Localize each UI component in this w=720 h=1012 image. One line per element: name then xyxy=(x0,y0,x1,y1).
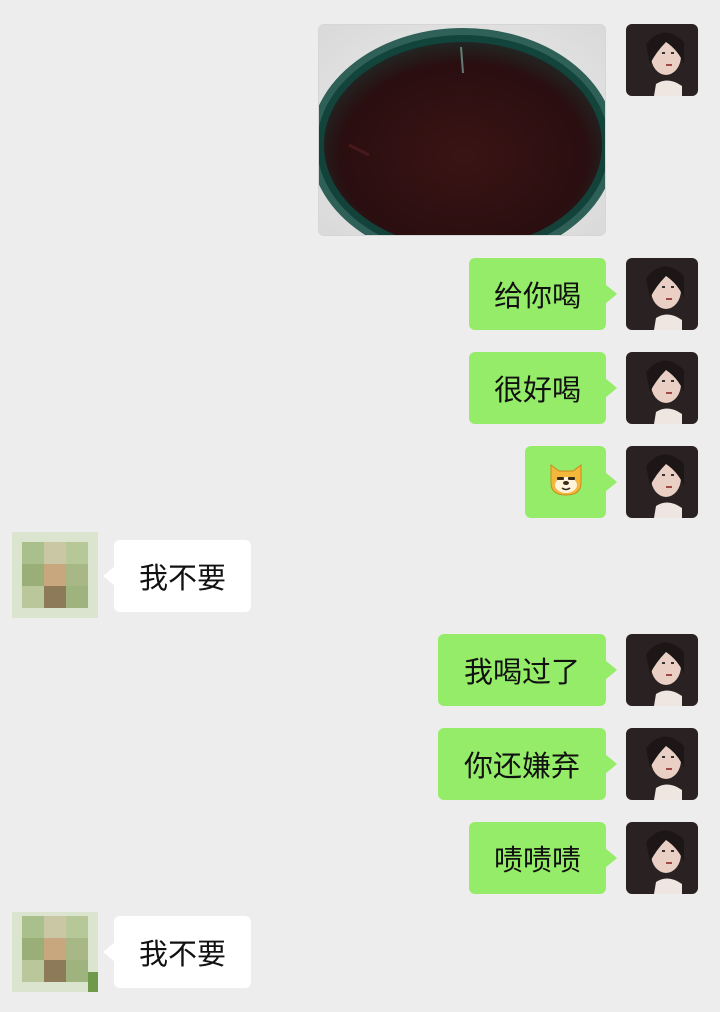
message-bubble[interactable]: 很好喝 xyxy=(469,352,617,424)
avatar-blurred[interactable] xyxy=(12,532,98,618)
message-bubble[interactable]: 啧啧啧 xyxy=(469,822,617,894)
image-message[interactable] xyxy=(318,24,606,236)
avatar-blurred[interactable] xyxy=(12,912,98,992)
chat-window: 给你喝 很好喝 我不要 我喝过了 你还嫌弃 啧啧啧 我不要 xyxy=(0,0,720,1012)
avatar[interactable] xyxy=(626,352,698,424)
message-row-other: 我不要 xyxy=(0,532,720,618)
message-bubble[interactable]: 我不要 xyxy=(103,916,251,988)
avatar[interactable] xyxy=(626,446,698,518)
message-text: 我不要 xyxy=(138,937,226,971)
message-text: 我喝过了 xyxy=(463,655,580,689)
avatar[interactable] xyxy=(626,258,698,330)
message-row-self: 很好喝 xyxy=(0,352,720,424)
message-bubble[interactable]: 给你喝 xyxy=(469,258,617,330)
message-row-self: 我喝过了 xyxy=(0,634,720,706)
message-text: 给你喝 xyxy=(493,279,581,313)
message-row-self: 啧啧啧 xyxy=(0,822,720,894)
message-text: 很好喝 xyxy=(493,373,581,407)
message-bubble[interactable]: 你还嫌弃 xyxy=(438,728,617,800)
dog-emoji-icon xyxy=(547,461,585,504)
message-bubble[interactable]: 我喝过了 xyxy=(438,634,617,706)
message-row-other: 我不要 xyxy=(0,912,720,992)
message-text: 我不要 xyxy=(138,561,226,595)
message-row-self xyxy=(0,0,720,250)
message-row-self: 给你喝 xyxy=(0,258,720,330)
message-row-self: 你还嫌弃 xyxy=(0,728,720,800)
message-text: 啧啧啧 xyxy=(493,843,581,877)
message-bubble[interactable]: 我不要 xyxy=(103,540,251,612)
avatar[interactable] xyxy=(626,634,698,706)
image-of-dark-drink-icon xyxy=(319,25,605,235)
avatar[interactable] xyxy=(626,728,698,800)
message-text: 你还嫌弃 xyxy=(463,749,580,783)
message-bubble[interactable] xyxy=(525,446,617,518)
message-row-self xyxy=(0,446,720,518)
avatar[interactable] xyxy=(626,24,698,96)
avatar[interactable] xyxy=(626,822,698,894)
